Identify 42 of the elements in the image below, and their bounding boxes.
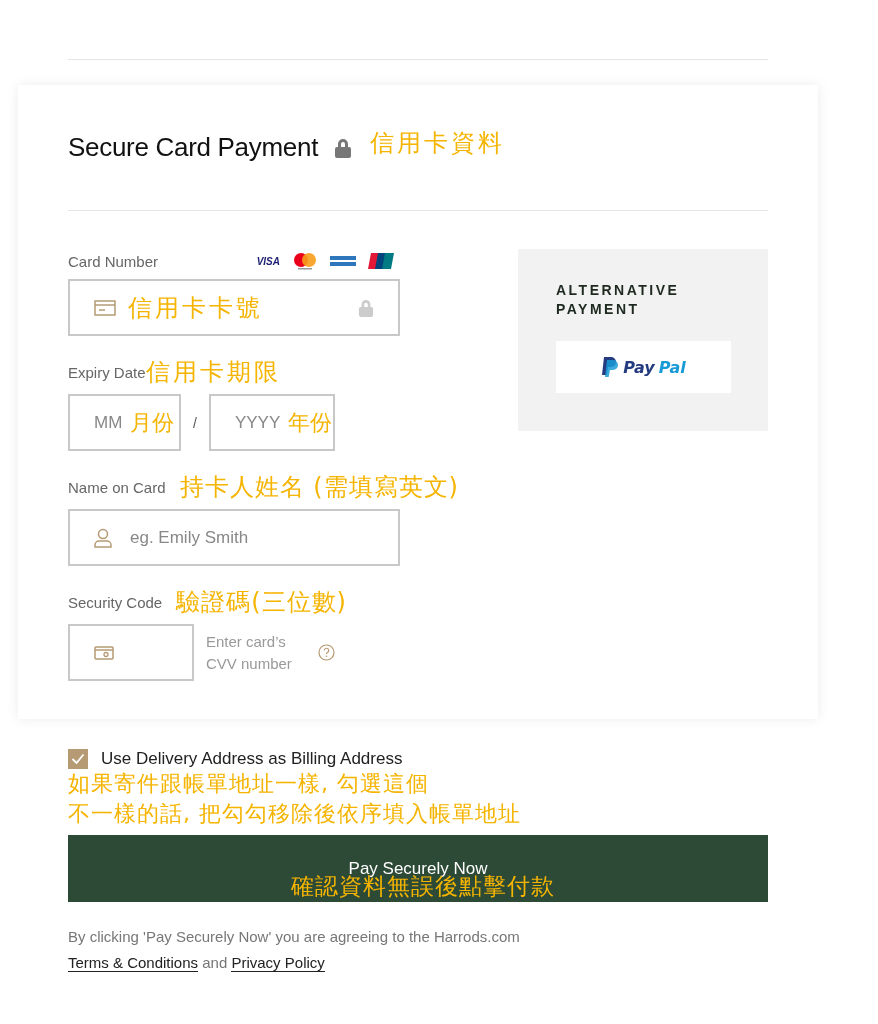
lock-icon: [334, 137, 353, 158]
placeholder-text: YYYY: [234, 412, 281, 433]
page-title: Secure Card Payment: [68, 132, 319, 163]
person-icon: [94, 527, 112, 548]
card-icon: [94, 644, 114, 661]
checkbox[interactable]: [68, 749, 88, 769]
placeholder-text: MM: [94, 412, 123, 433]
field-label: Expiry Date: [68, 363, 146, 381]
field-label: Security Code: [68, 593, 163, 611]
visa-logo: VISA: [256, 255, 280, 267]
month-field[interactable]: MM 月份: [68, 394, 181, 451]
separator-text: /: [193, 414, 197, 431]
panel-title: ALTERNATIVE PAYMENT: [556, 281, 681, 319]
lock-icon: [358, 298, 374, 317]
annotation-text: 年份: [288, 408, 333, 437]
annotation-text: 信用卡期限: [145, 357, 281, 388]
annotation-text: 不一樣的話, 把勾勾移除後依序填入帳單地址: [68, 800, 522, 828]
annotation-text: 信用卡卡號: [128, 292, 263, 324]
annotation-text: 驗證碼(三位數): [176, 587, 347, 618]
paypal-button[interactable]: Pay Pal: [556, 341, 731, 393]
field-label: Card Number: [68, 252, 159, 270]
legal-text: By clicking 'Pay Securely Now' you are agreeing to the Harrods.com Terms & Conditions and Privacy Policy: [68, 927, 521, 974]
p-logo-icon: [601, 357, 620, 377]
annotation-text: 信用卡資料: [370, 127, 506, 159]
help-icon[interactable]: [318, 644, 335, 661]
field-label: Name on Card: [68, 478, 166, 496]
year-field[interactable]: YYYY 年份: [208, 394, 335, 451]
check-icon: [71, 753, 85, 765]
annotation-text: 持卡人姓名 (需填寫英文): [179, 472, 459, 503]
placeholder-text: eg. Emily Smith: [130, 527, 249, 548]
hint-text: Enter card’s CVV number: [206, 631, 293, 674]
terms-link[interactable]: Terms & Conditions: [68, 954, 199, 972]
security-code-field[interactable]: [68, 624, 194, 681]
privacy-link[interactable]: Privacy Policy: [231, 954, 325, 972]
card-icon: [94, 299, 116, 316]
annotation-text: 如果寄件跟帳單地址一樣, 勾選這個: [68, 770, 430, 798]
name-field[interactable]: eg. Emily Smith: [68, 509, 400, 566]
overlapping-circles-icon: [292, 252, 318, 270]
slanted-card-logo-icon: [368, 253, 394, 269]
annotation-text: 月份: [130, 408, 175, 437]
checkbox-label: Use Delivery Address as Billing Address: [101, 749, 403, 769]
striped-card-logo-icon: [330, 254, 356, 268]
